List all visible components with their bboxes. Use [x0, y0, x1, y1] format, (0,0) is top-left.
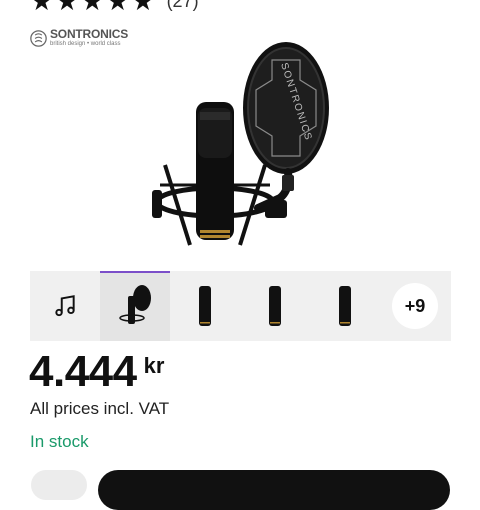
- stock-status: In stock: [30, 432, 89, 451]
- star-icon: ★: [105, 0, 130, 16]
- vat-note: All prices incl. VAT: [30, 399, 170, 418]
- price-currency: kr: [143, 353, 165, 378]
- thumbnail-strip: +9: [30, 271, 451, 341]
- price-value: 4.444: [29, 347, 137, 396]
- brand-logo[interactable]: SONTRONICS british design • world class: [30, 28, 128, 48]
- thumbnail-mic-back[interactable]: [310, 271, 380, 341]
- brand-name: SONTRONICS: [50, 27, 129, 41]
- brand-tagline: british design • world class: [50, 41, 121, 47]
- more-images-button[interactable]: +9: [392, 283, 438, 329]
- star-icon: ★: [80, 0, 104, 16]
- quantity-selector[interactable]: [31, 470, 87, 500]
- microphone-thumbnail-image: [199, 286, 211, 326]
- thumbnail-mic-pop-filter[interactable]: [100, 271, 170, 341]
- star-icon: ★: [55, 0, 79, 16]
- microphone-thumbnail-image: [269, 286, 281, 326]
- thumbnail-more[interactable]: +9: [380, 271, 450, 341]
- star-icon: ★: [131, 0, 155, 16]
- music-note-icon: [55, 295, 75, 317]
- microphone-thumbnail-image: [119, 285, 151, 324]
- sontronics-logo-icon: [30, 29, 47, 47]
- add-to-cart-button[interactable]: [98, 470, 450, 510]
- thumbnail-mic-front[interactable]: [170, 271, 240, 341]
- product-image[interactable]: SONTRONICS: [130, 40, 370, 255]
- rating[interactable]: ★ ★ ★ ★ ★ (27): [30, 0, 199, 14]
- thumbnail-audio[interactable]: [30, 271, 100, 341]
- price: 4.444 kr: [29, 347, 164, 397]
- microphone-thumbnail-image: [339, 286, 351, 326]
- thumbnail-mic-side[interactable]: [240, 271, 310, 341]
- star-icon: ★: [30, 0, 54, 16]
- rating-count[interactable]: (27): [167, 0, 199, 12]
